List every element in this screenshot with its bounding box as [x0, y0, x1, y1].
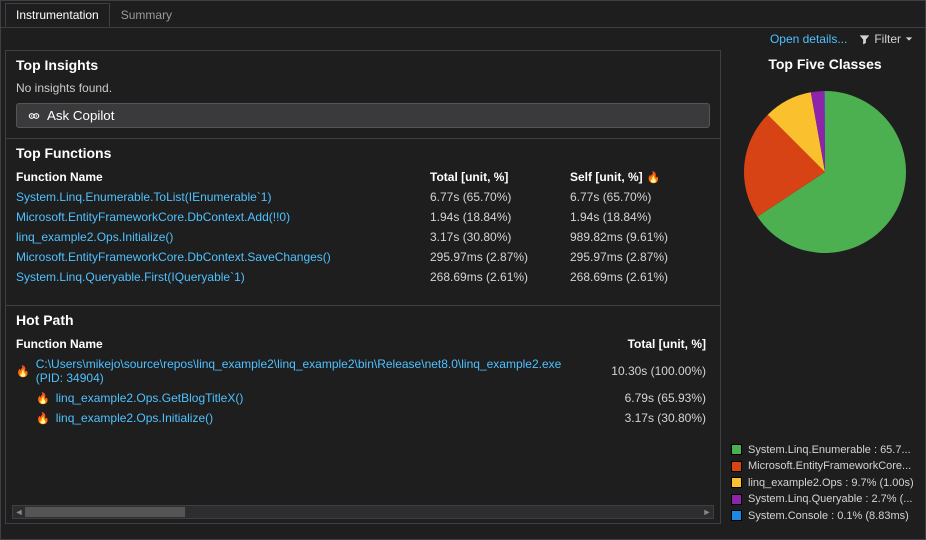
legend-swatch: [731, 477, 742, 488]
scrollbar-thumb[interactable]: [25, 507, 185, 517]
top-functions-title: Top Functions: [6, 139, 720, 167]
funnel-icon: [859, 34, 870, 45]
total-cell: 3.17s (30.80%): [590, 411, 710, 425]
open-details-link[interactable]: Open details...: [770, 32, 847, 46]
tab-summary[interactable]: Summary: [110, 3, 183, 27]
function-link[interactable]: linq_example2.Ops.Initialize(): [16, 230, 430, 244]
table-header: Function Name Total [unit, %] Self [unit…: [16, 167, 710, 187]
self-cell: 1.94s (18.84%): [570, 210, 710, 224]
col-function-name: Function Name: [16, 337, 590, 351]
scroll-left-button[interactable]: ◄: [13, 506, 25, 518]
function-link[interactable]: System.Linq.Enumerable.ToList(IEnumerabl…: [16, 190, 430, 204]
hot-path-title: Hot Path: [6, 306, 720, 334]
legend-swatch: [731, 461, 742, 472]
hotpath-name-cell: 🔥 C:\Users\mikejo\source\repos\linq_examp…: [16, 357, 590, 385]
legend-label: System.Console : 0.1% (8.83ms): [748, 508, 909, 525]
copilot-icon: [27, 109, 41, 123]
legend-swatch: [731, 494, 742, 505]
legend-item: System.Linq.Enumerable : 65.7...: [731, 442, 919, 459]
flame-icon: 🔥: [36, 412, 50, 425]
table-row[interactable]: 🔥 linq_example2.Ops.GetBlogTitleX() 6.79s …: [16, 388, 710, 408]
total-cell: 1.94s (18.84%): [430, 210, 570, 224]
top-five-classes-title: Top Five Classes: [731, 50, 919, 78]
chart-legend: System.Linq.Enumerable : 65.7...Microsof…: [731, 442, 919, 525]
legend-item: linq_example2.Ops : 9.7% (1.00s): [731, 475, 919, 492]
legend-swatch: [731, 444, 742, 455]
top-insights-title: Top Insights: [6, 51, 720, 79]
flame-icon: 🔥: [36, 392, 50, 405]
table-row[interactable]: 🔥 linq_example2.Ops.Initialize() 3.17s (30…: [16, 408, 710, 428]
legend-label: System.Linq.Enumerable : 65.7...: [748, 442, 911, 459]
hot-path-table: Function Name Total [unit, %] 🔥 C:\Users\…: [6, 334, 720, 428]
legend-item: System.Linq.Queryable : 2.7% (...: [731, 491, 919, 508]
col-total: Total [unit, %]: [430, 170, 570, 184]
self-cell: 295.97ms (2.87%): [570, 250, 710, 264]
self-cell: 268.69ms (2.61%): [570, 270, 710, 284]
table-row[interactable]: Microsoft.EntityFrameworkCore.DbContext.…: [16, 247, 710, 267]
flame-icon: 🔥: [647, 171, 661, 184]
tab-bar: Instrumentation Summary: [1, 1, 925, 28]
total-cell: 6.77s (65.70%): [430, 190, 570, 204]
legend-label: Microsoft.EntityFrameworkCore...: [748, 458, 911, 475]
function-link[interactable]: C:\Users\mikejo\source\repos\linq_exampl…: [36, 357, 590, 385]
legend-label: linq_example2.Ops : 9.7% (1.00s): [748, 475, 914, 492]
filter-dropdown[interactable]: Filter: [859, 32, 913, 46]
table-row[interactable]: Microsoft.EntityFrameworkCore.DbContext.…: [16, 207, 710, 227]
self-cell: 6.77s (65.70%): [570, 190, 710, 204]
self-cell: 989.82ms (9.61%): [570, 230, 710, 244]
flame-icon: 🔥: [16, 365, 30, 378]
function-link[interactable]: Microsoft.EntityFrameworkCore.DbContext.…: [16, 210, 430, 224]
tab-instrumentation[interactable]: Instrumentation: [5, 3, 110, 27]
legend-swatch: [731, 510, 742, 521]
total-cell: 10.30s (100.00%): [590, 364, 710, 378]
horizontal-scrollbar[interactable]: ◄ ►: [12, 505, 714, 519]
function-link[interactable]: Microsoft.EntityFrameworkCore.DbContext.…: [16, 250, 430, 264]
col-self: Self [unit, %] 🔥: [570, 170, 710, 184]
function-link[interactable]: linq_example2.Ops.GetBlogTitleX(): [56, 391, 244, 405]
main-panel: Top Insights No insights found. Ask Copi…: [5, 50, 721, 524]
function-link[interactable]: System.Linq.Queryable.First(IQueryable`1…: [16, 270, 430, 284]
filter-label: Filter: [874, 32, 901, 46]
side-panel: Top Five Classes System.Linq.Enumerable …: [725, 50, 925, 524]
table-header: Function Name Total [unit, %]: [16, 334, 710, 354]
no-insights-text: No insights found.: [6, 79, 720, 103]
legend-item: System.Console : 0.1% (8.83ms): [731, 508, 919, 525]
toolbar: Open details... Filter: [1, 28, 925, 50]
top-functions-table: Function Name Total [unit, %] Self [unit…: [6, 167, 720, 287]
col-total: Total [unit, %]: [590, 337, 710, 351]
hotpath-name-cell: 🔥 linq_example2.Ops.Initialize(): [16, 411, 590, 425]
table-row[interactable]: System.Linq.Queryable.First(IQueryable`1…: [16, 267, 710, 287]
table-row[interactable]: System.Linq.Enumerable.ToList(IEnumerabl…: [16, 187, 710, 207]
pie-chart: [735, 82, 915, 262]
total-cell: 6.79s (65.93%): [590, 391, 710, 405]
chevron-down-icon: [905, 35, 913, 43]
function-link[interactable]: linq_example2.Ops.Initialize(): [56, 411, 213, 425]
total-cell: 268.69ms (2.61%): [430, 270, 570, 284]
legend-label: System.Linq.Queryable : 2.7% (...: [748, 491, 912, 508]
table-row[interactable]: 🔥 C:\Users\mikejo\source\repos\linq_examp…: [16, 354, 710, 388]
total-cell: 3.17s (30.80%): [430, 230, 570, 244]
scroll-right-button[interactable]: ►: [701, 506, 713, 518]
ask-copilot-label: Ask Copilot: [47, 108, 114, 123]
col-function-name: Function Name: [16, 170, 430, 184]
hotpath-name-cell: 🔥 linq_example2.Ops.GetBlogTitleX(): [16, 391, 590, 405]
table-row[interactable]: linq_example2.Ops.Initialize()3.17s (30.…: [16, 227, 710, 247]
ask-copilot-button[interactable]: Ask Copilot: [16, 103, 710, 128]
total-cell: 295.97ms (2.87%): [430, 250, 570, 264]
legend-item: Microsoft.EntityFrameworkCore...: [731, 458, 919, 475]
